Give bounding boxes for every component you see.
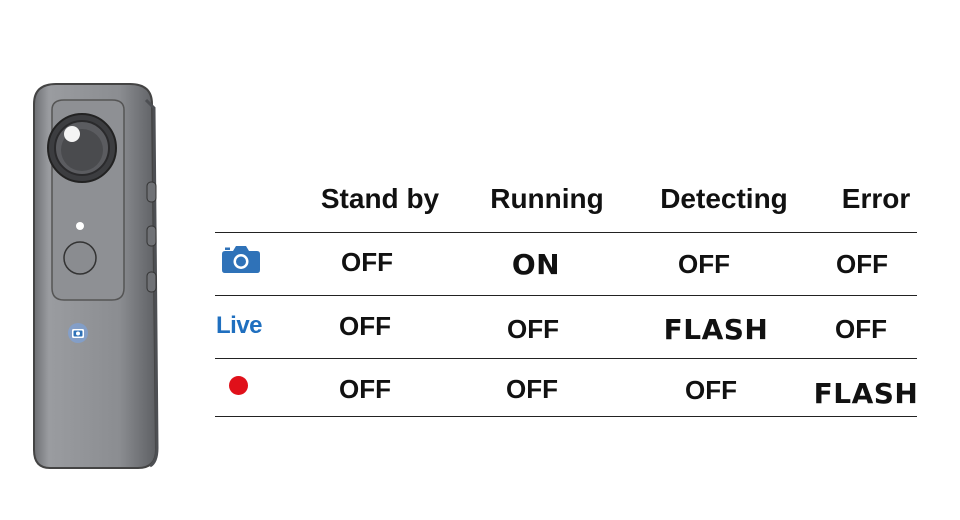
- record-dot-icon: [229, 376, 248, 395]
- camera-icon: [222, 246, 260, 273]
- cell-live-error: OFF: [835, 314, 887, 344]
- cell-camera-error: OFF: [836, 249, 888, 279]
- cell-record-running: OFF: [506, 374, 558, 404]
- table-rule: [215, 232, 917, 233]
- cell-live-detecting: FLASH: [663, 313, 769, 346]
- led-status-table: Stand by Running Detecting Error OFF ON …: [0, 0, 960, 520]
- cell-record-detecting: OFF: [685, 375, 737, 405]
- cell-camera-running: ON: [511, 248, 561, 281]
- column-header-detecting: Detecting: [660, 183, 788, 214]
- cell-camera-standby: OFF: [341, 247, 393, 277]
- table-rule: [215, 295, 917, 296]
- cell-live-standby: OFF: [339, 311, 391, 341]
- cell-record-standby: OFF: [339, 374, 391, 404]
- table-rule: [215, 416, 917, 417]
- cell-live-running: OFF: [507, 314, 559, 344]
- column-header-standby: Stand by: [320, 183, 440, 214]
- cell-camera-detecting: OFF: [678, 249, 730, 279]
- column-header-running: Running: [490, 183, 604, 214]
- cell-record-error: FLASH: [813, 377, 919, 410]
- column-header-error: Error: [841, 183, 911, 214]
- live-icon: Live: [216, 312, 263, 339]
- table-rule: [215, 358, 917, 359]
